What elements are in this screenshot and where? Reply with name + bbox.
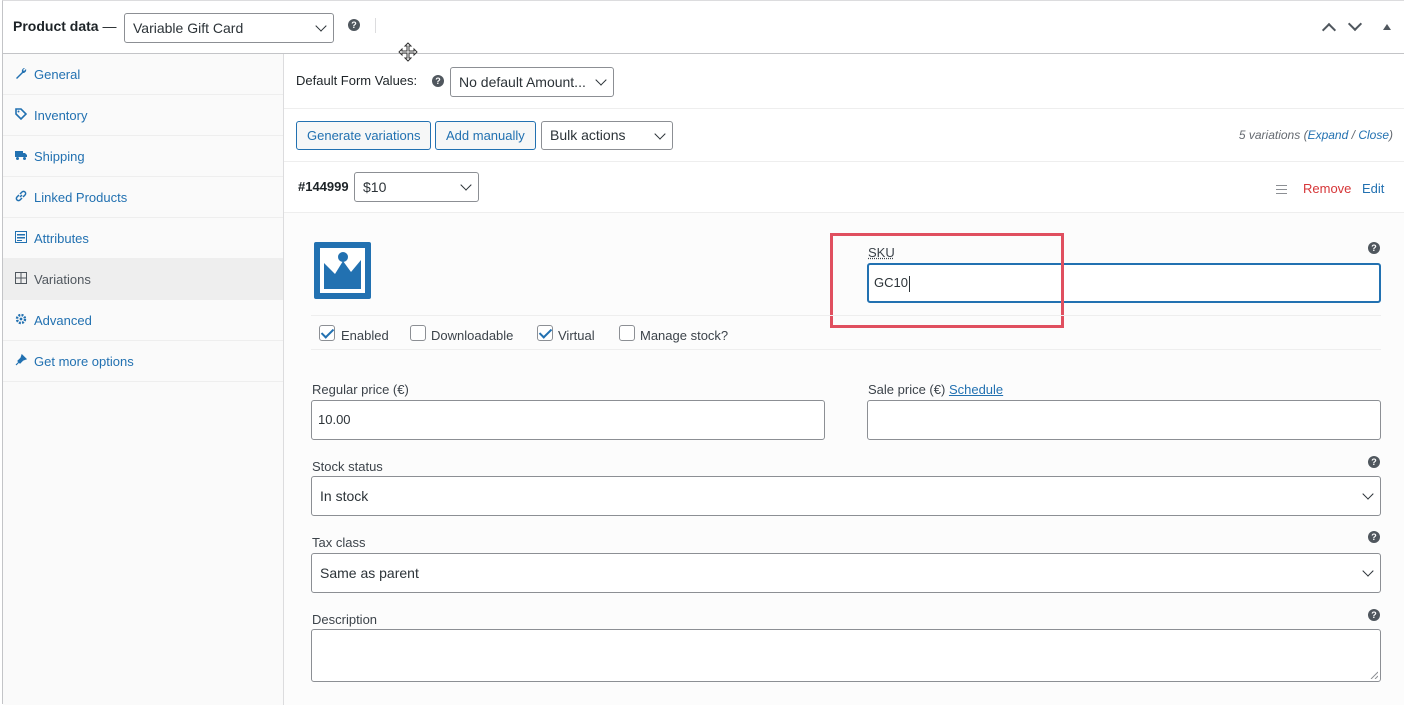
gear-icon (15, 313, 27, 325)
manage-stock-label: Manage stock? (640, 328, 729, 343)
sidebar-item-general[interactable]: General (3, 54, 283, 95)
expand-link[interactable]: Expand (1308, 128, 1349, 142)
sidebar-item-linked-products[interactable]: Linked Products (3, 177, 283, 218)
divider (311, 349, 1381, 350)
description-textarea[interactable] (311, 629, 1381, 682)
generate-variations-button[interactable]: Generate variations (296, 121, 432, 150)
virtual-checkbox[interactable] (537, 325, 553, 341)
list-icon (15, 231, 27, 243)
downloadable-checkbox[interactable] (410, 325, 426, 341)
link-icon (15, 190, 27, 202)
variation-id: #144999 (298, 179, 349, 194)
description-label: Description (312, 612, 378, 627)
bulk-actions-select[interactable]: Bulk actions (541, 121, 673, 150)
product-data-panel: Product data — Variable Gift Card ? Gene… (2, 0, 1404, 705)
enabled-checkbox[interactable] (319, 325, 335, 341)
divider (375, 18, 376, 33)
manage-stock-checkbox[interactable] (619, 325, 635, 341)
chevron-down-icon (315, 20, 327, 32)
default-amount-select[interactable]: No default Amount... (450, 67, 614, 97)
move-down-icon[interactable] (1347, 16, 1363, 32)
close-link[interactable]: Close (1358, 128, 1389, 142)
drag-handle-icon[interactable] (1276, 185, 1287, 194)
truck-icon (15, 151, 27, 160)
product-data-tabs: General Inventory Shipping Linked Produc… (3, 54, 284, 705)
sidebar-item-variations[interactable]: Variations (3, 259, 283, 300)
variation-amount-select[interactable]: $10 (354, 172, 479, 202)
variations-panel: Default Form Values: ? No default Amount… (284, 54, 1404, 705)
chevron-down-icon (595, 74, 607, 86)
virtual-label: Virtual (558, 328, 595, 343)
sidebar-item-get-more-options[interactable]: Get more options (3, 341, 283, 382)
tax-class-select[interactable]: Same as parent (311, 553, 1381, 593)
chevron-down-icon (1362, 565, 1374, 577)
schedule-link[interactable]: Schedule (949, 382, 1003, 397)
wrench-icon (16, 67, 27, 79)
stock-status-select[interactable]: In stock (311, 476, 1381, 516)
plugin-icon (15, 354, 27, 366)
tag-icon (15, 108, 27, 120)
image-placeholder-icon[interactable] (313, 241, 372, 300)
product-type-select[interactable]: Variable Gift Card (124, 13, 334, 43)
variation-details: SKU ? GC10 Enabled Downloadable Virtual … (284, 213, 1404, 705)
move-up-icon[interactable] (1321, 22, 1337, 38)
sidebar-item-attributes[interactable]: Attributes (3, 218, 283, 259)
sale-price-label: Sale price (€) Schedule (868, 382, 1004, 397)
variation-header: #144999 $10 Remove Edit (284, 162, 1404, 213)
default-form-values-label: Default Form Values: (296, 73, 418, 88)
sidebar-item-advanced[interactable]: Advanced (3, 300, 283, 341)
help-icon[interactable]: ? (432, 75, 444, 87)
divider (311, 315, 1381, 316)
help-icon[interactable]: ? (348, 19, 360, 31)
chevron-down-icon (460, 179, 472, 191)
product-data-header: Product data — Variable Gift Card ? (3, 1, 1404, 62)
chevron-down-icon (1362, 488, 1374, 500)
add-manually-button[interactable]: Add manually (435, 121, 536, 150)
variations-count: 5 variations (Expand / Close) (1238, 128, 1393, 142)
resize-handle-icon[interactable] (1370, 671, 1378, 679)
help-icon[interactable]: ? (1368, 609, 1380, 621)
stock-status-label: Stock status (312, 459, 383, 474)
collapse-toggle-icon[interactable] (1383, 24, 1391, 30)
help-icon[interactable]: ? (1368, 456, 1380, 468)
variations-toolbar: Generate variations Add manually Bulk ac… (284, 109, 1404, 162)
sidebar-item-shipping[interactable]: Shipping (3, 136, 283, 177)
highlight-box (830, 233, 1064, 328)
remove-variation-link[interactable]: Remove (1303, 181, 1351, 196)
regular-price-label: Regular price (€) (312, 382, 409, 397)
enabled-label: Enabled (341, 328, 389, 343)
downloadable-label: Downloadable (431, 328, 514, 343)
default-form-values-row: Default Form Values: ? No default Amount… (284, 54, 1404, 109)
grid-icon (15, 272, 27, 284)
product-data-title: Product data — (13, 18, 117, 34)
chevron-down-icon (654, 127, 666, 140)
regular-price-input[interactable]: 10.00 (311, 400, 825, 440)
help-icon[interactable]: ? (1368, 242, 1380, 254)
help-icon[interactable]: ? (1368, 531, 1380, 543)
tax-class-label: Tax class (312, 535, 366, 550)
sidebar-item-inventory[interactable]: Inventory (3, 95, 283, 136)
sale-price-input[interactable] (867, 400, 1381, 440)
edit-variation-link[interactable]: Edit (1362, 181, 1384, 196)
